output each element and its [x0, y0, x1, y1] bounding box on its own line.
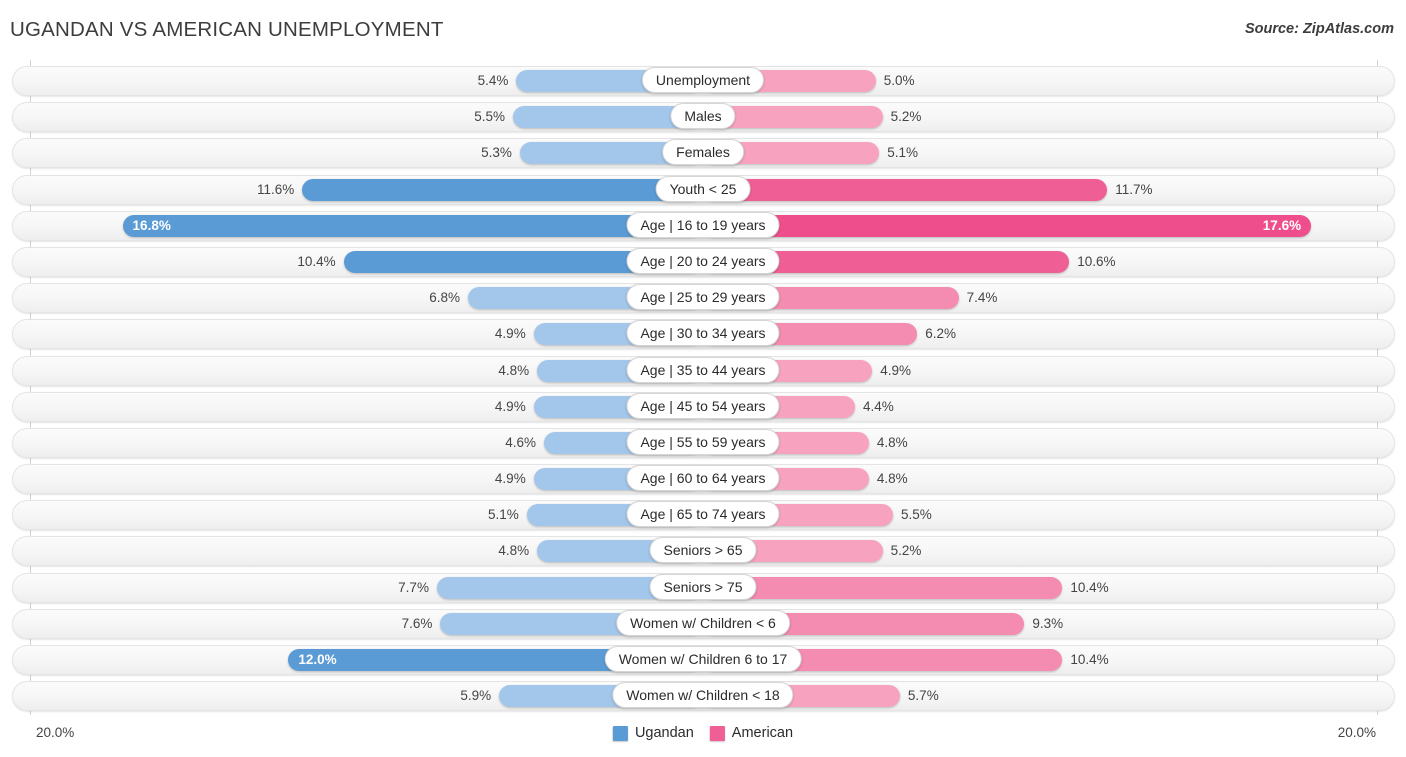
legend-swatch-icon: [709, 725, 725, 741]
chart-page: UGANDAN VS AMERICAN UNEMPLOYMENT Source:…: [0, 0, 1406, 757]
category-label-pill: Age | 16 to 19 years: [626, 211, 780, 238]
category-label-pill: Age | 65 to 74 years: [626, 501, 780, 528]
bar-row: 4.8% 5.2% Seniors > 65: [0, 536, 1406, 567]
category-label-pill: Age | 30 to 34 years: [626, 320, 780, 347]
category-label-pill: Age | 35 to 44 years: [626, 356, 780, 383]
bar-ugandan: [302, 178, 703, 201]
bar-row: 16.8% 17.6% Age | 16 to 19 years: [0, 210, 1406, 241]
bar-row: 10.4% 10.6% Age | 20 to 24 years: [0, 246, 1406, 277]
value-label-ugandan: 4.8%: [498, 543, 530, 559]
value-label-ugandan: 4.9%: [494, 398, 526, 414]
legend-swatch-icon: [612, 725, 628, 741]
bar-row: 4.8% 4.9% Age | 35 to 44 years: [0, 355, 1406, 386]
value-label-american: 5.2%: [890, 109, 922, 125]
value-label-american: 11.7%: [1115, 181, 1153, 197]
value-label-ugandan: 5.3%: [481, 145, 512, 161]
value-label-ugandan: 7.7%: [398, 579, 429, 595]
value-label-ugandan: 11.6%: [256, 181, 295, 197]
value-label-ugandan: 5.1%: [488, 507, 519, 523]
value-label-ugandan: 12.0%: [298, 652, 337, 667]
chart-legend: Ugandan American: [612, 725, 794, 741]
category-label-pill: Age | 55 to 59 years: [626, 428, 780, 455]
axis-label-left: 20.0%: [36, 725, 75, 740]
value-label-american: 17.6%: [1262, 217, 1302, 233]
bar-row: 5.3% 5.1% Females: [0, 138, 1406, 169]
value-label-american: 10.4%: [1070, 652, 1109, 667]
value-label-american: 10.6%: [1077, 253, 1116, 269]
legend-label: Ugandan: [634, 725, 694, 741]
bar-ugandan: [122, 214, 703, 237]
value-label-ugandan: 5.5%: [474, 109, 505, 125]
legend-label: American: [731, 725, 794, 741]
value-label-american: 5.1%: [887, 145, 918, 161]
bar-row: 4.9% 4.4% Age | 45 to 54 years: [0, 391, 1406, 422]
axis-label-right: 20.0%: [1337, 725, 1376, 740]
category-label-pill: Males: [670, 103, 736, 130]
value-label-ugandan: 4.9%: [494, 471, 526, 487]
chart-footer: 20.0% 20.0% Ugandan American: [0, 715, 1406, 757]
category-label-pill: Age | 20 to 24 years: [626, 247, 780, 274]
bar-american: [703, 178, 1108, 201]
bar-american: [703, 576, 1063, 599]
value-label-ugandan: 5.4%: [477, 73, 509, 88]
bar-row: 5.1% 5.5% Age | 65 to 74 years: [0, 500, 1406, 531]
value-label-american: 5.0%: [883, 73, 915, 88]
bar-row: 4.9% 4.8% Age | 60 to 64 years: [0, 464, 1406, 495]
bar-row: 12.0% 10.4% Women w/ Children 6 to 17: [0, 645, 1406, 675]
value-label-ugandan: 16.8%: [132, 217, 171, 233]
value-label-ugandan: 5.9%: [460, 688, 492, 704]
legend-item: Ugandan: [612, 725, 694, 741]
bar-row: 11.6% 11.7% Youth < 25: [0, 174, 1406, 205]
category-label-pill: Unemployment: [641, 67, 765, 93]
value-label-ugandan: 7.6%: [401, 615, 433, 631]
bar-row: 4.9% 6.2% Age | 30 to 34 years: [0, 319, 1406, 350]
value-label-american: 5.2%: [890, 543, 922, 559]
value-label-american: 5.7%: [907, 688, 939, 704]
value-label-ugandan: 4.8%: [498, 362, 530, 378]
value-label-american: 4.8%: [876, 434, 908, 450]
bar-row: 7.6% 9.3% Women w/ Children < 6: [0, 608, 1406, 639]
page-title: UGANDAN VS AMERICAN UNEMPLOYMENT: [10, 18, 444, 41]
legend-item: American: [709, 725, 794, 741]
bar-row: 7.7% 10.4% Seniors > 75: [0, 572, 1406, 603]
value-label-american: 7.4%: [966, 290, 998, 306]
bar-row: 5.5% 5.2% Males: [0, 102, 1406, 133]
category-label-pill: Age | 45 to 54 years: [626, 392, 780, 419]
bar-row: 6.8% 7.4% Age | 25 to 29 years: [0, 283, 1406, 314]
category-label-pill: Seniors > 65: [649, 537, 757, 564]
value-label-american: 5.5%: [901, 507, 932, 523]
category-label-pill: Seniors > 75: [649, 573, 757, 600]
category-label-pill: Age | 25 to 29 years: [626, 284, 780, 311]
value-label-american: 4.4%: [863, 398, 894, 414]
category-label-pill: Youth < 25: [655, 175, 751, 202]
category-label-pill: Age | 60 to 64 years: [626, 465, 780, 492]
value-label-ugandan: 4.6%: [505, 434, 537, 450]
value-label-american: 6.2%: [925, 326, 956, 342]
bar-american: [703, 214, 1312, 237]
value-label-ugandan: 4.9%: [494, 326, 526, 342]
bar-row: 5.9% 5.7% Women w/ Children < 18: [0, 681, 1406, 712]
chart-header: UGANDAN VS AMERICAN UNEMPLOYMENT Source:…: [0, 0, 1406, 60]
value-label-american: 4.8%: [876, 471, 908, 487]
category-label-pill: Women w/ Children 6 to 17: [604, 646, 802, 672]
chart-plot-area: 5.4% 5.0% Unemployment 5.5% 5.2% Males 5.3% 5.1…: [0, 60, 1406, 715]
bar-row-list: 5.4% 5.0% Unemployment 5.5% 5.2% Males 5.3% 5.1…: [0, 66, 1406, 717]
category-label-pill: Females: [662, 139, 744, 166]
value-label-american: 9.3%: [1032, 615, 1064, 631]
value-label-ugandan: 10.4%: [297, 253, 336, 269]
bar-row: 5.4% 5.0% Unemployment: [0, 66, 1406, 96]
source-attribution: Source: ZipAtlas.com: [1244, 21, 1394, 37]
bar-row: 4.6% 4.8% Age | 55 to 59 years: [0, 427, 1406, 458]
value-label-ugandan: 6.8%: [429, 290, 461, 306]
value-label-american: 10.4%: [1070, 579, 1109, 595]
value-label-american: 4.9%: [880, 362, 912, 378]
category-label-pill: Women w/ Children < 18: [612, 682, 794, 709]
category-label-pill: Women w/ Children < 6: [616, 609, 790, 636]
